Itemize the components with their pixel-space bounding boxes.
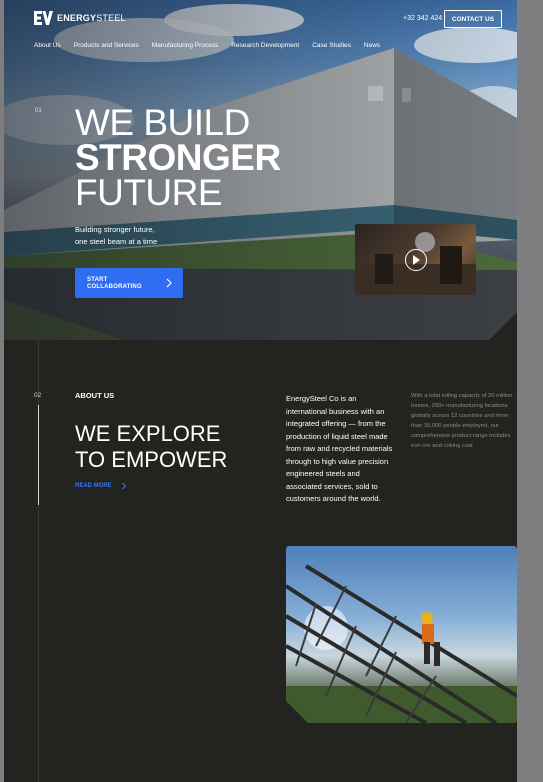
about-section-index: 02: [34, 392, 42, 399]
nav-item-about-us[interactable]: About Us: [34, 42, 61, 49]
page: ENERGYSTEEL +32 342 424 CONTACT US About…: [4, 0, 517, 782]
contact-us-button[interactable]: CONTACT US: [444, 10, 502, 28]
hero-title: WE BUILD STRONGER FUTURE: [75, 102, 281, 213]
section-timeline-active: [38, 405, 39, 505]
nav-item-manufacturing-process[interactable]: Manufacturing Process: [152, 42, 218, 49]
play-icon[interactable]: [405, 249, 427, 271]
logo-mark-icon: [34, 11, 53, 25]
brand-name-light: STEEL: [96, 13, 126, 23]
brand-logo[interactable]: ENERGYSTEEL: [34, 11, 126, 25]
phone-number[interactable]: +32 342 424: [403, 15, 442, 22]
about-title-line-2: TO EMPOWER: [75, 447, 228, 472]
hero-title-line-2: STRONGER: [75, 137, 281, 178]
about-label: ABOUT US: [75, 391, 115, 400]
nav-item-case-studies[interactable]: Case Studies: [312, 42, 351, 49]
hero-subtitle-line-1: Building stronger future,: [75, 225, 155, 234]
main-nav: About Us Products and Services Manufactu…: [34, 42, 393, 49]
chevron-right-icon: [121, 482, 126, 490]
steel-worker-photo: [286, 546, 517, 723]
read-more-label: READ MORE: [75, 483, 112, 489]
hero-subtitle: Building stronger future, one steel beam…: [75, 224, 195, 248]
video-thumbnail[interactable]: [355, 224, 476, 295]
about-title-line-1: WE EXPLORE: [75, 421, 221, 446]
about-title: WE EXPLORE TO EMPOWER: [75, 421, 227, 473]
hero-subtitle-line-2: one steel beam at a time: [75, 237, 158, 246]
about-side-note: With a total rolling capacity of 20 mill…: [411, 393, 513, 449]
cta-label-line-1: START: [87, 277, 108, 283]
hero-section-index: 01: [35, 108, 42, 114]
hero-title-line-1: WE BUILD: [75, 102, 250, 143]
photo-corner-cut: [286, 701, 308, 723]
brand-name-bold: ENERGY: [57, 13, 97, 23]
hero-corner-cut: [489, 312, 517, 340]
steel-structure-image: [286, 564, 517, 723]
nav-item-news[interactable]: News: [364, 42, 380, 49]
nav-item-products-services[interactable]: Products and Services: [74, 42, 139, 49]
hero-section: ENERGYSTEEL +32 342 424 CONTACT US About…: [4, 0, 517, 340]
cta-label-line-2: COLLABORATING: [87, 284, 142, 290]
nav-item-research-development[interactable]: Research Development: [231, 42, 299, 49]
about-paragraph: EnergySteel Co is an international busin…: [286, 394, 393, 503]
start-collaborating-button[interactable]: START COLLABORATING: [75, 268, 183, 298]
hero-title-line-3: FUTURE: [75, 172, 223, 213]
chevron-right-icon: [166, 278, 172, 288]
read-more-link[interactable]: READ MORE: [75, 482, 127, 490]
cta-label: START COLLABORATING: [87, 277, 157, 291]
